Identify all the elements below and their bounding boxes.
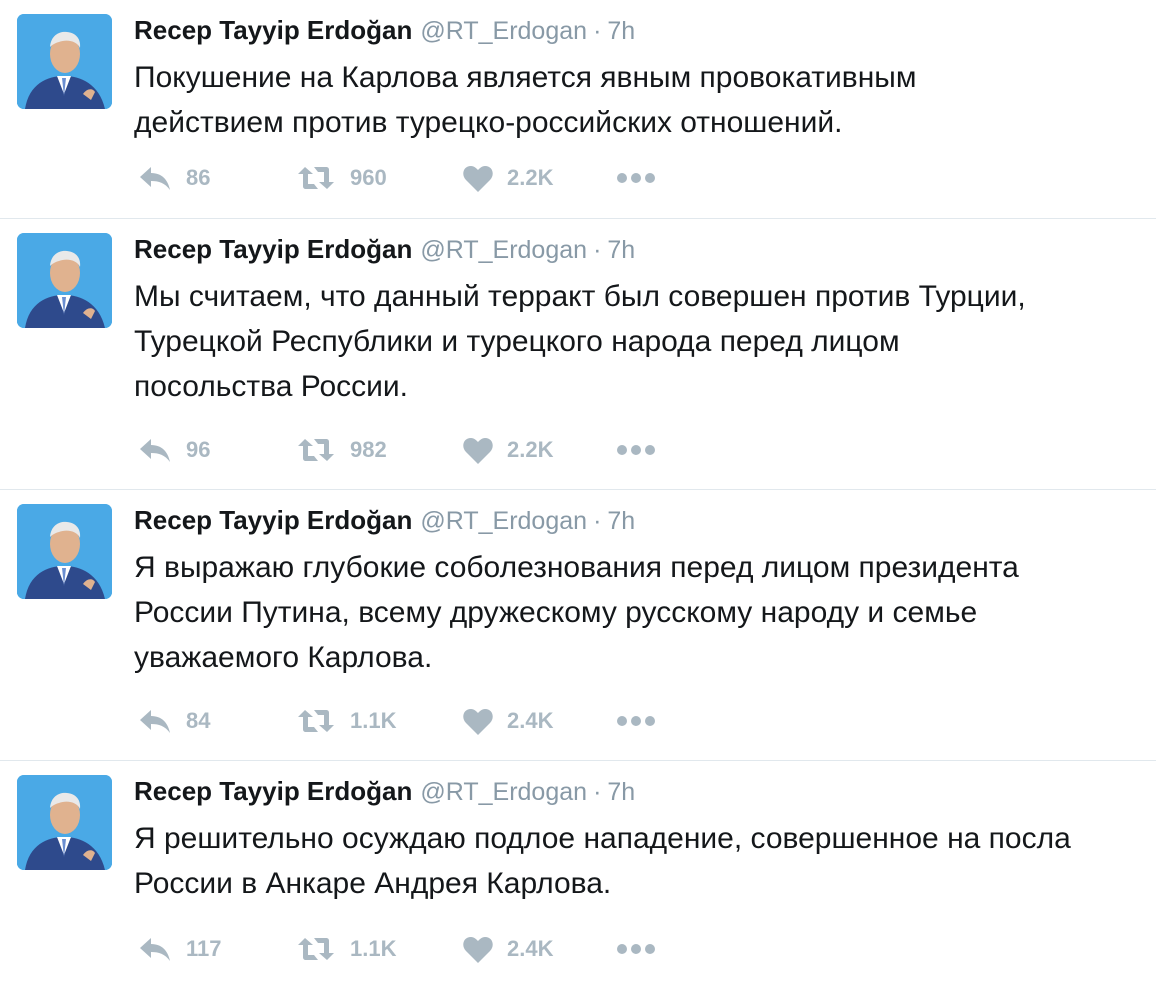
separator-dot: · [593, 236, 602, 264]
timestamp[interactable]: 7h [607, 236, 635, 264]
avatar[interactable] [17, 775, 112, 870]
more-dots-icon [617, 944, 655, 954]
retweet-button[interactable]: 982 [296, 434, 387, 466]
reply-icon [140, 167, 170, 190]
more-button[interactable] [616, 434, 656, 466]
author-handle[interactable]: @RT_Erdogan [420, 778, 587, 806]
tweet-feed: Recep Tayyip Erdoğan @RT_Erdogan · 7h Покуш… [0, 0, 1156, 984]
more-dots-icon [617, 716, 655, 726]
tweet-text: Я решительно осуждаю подлое нападение, с… [134, 816, 1144, 906]
tweet-header: Recep Tayyip Erdoğan @RT_Erdogan · 7h [134, 504, 635, 536]
more-button[interactable] [616, 705, 656, 737]
tweet-text: Покушение на Карлова является явным пров… [134, 55, 1144, 145]
heart-icon [463, 936, 493, 963]
tweet-text-line: Я выражаю глубокие соболезнования перед … [134, 551, 1019, 584]
reply-count: 86 [186, 165, 211, 190]
tweet-header: Recep Tayyip Erdoğan @RT_Erdogan · 7h [134, 14, 635, 46]
retweet-icon [298, 167, 334, 189]
author-name[interactable]: Recep Tayyip Erdoğan [134, 776, 412, 806]
reply-count: 96 [186, 437, 211, 462]
tweet-text-line: Покушение на Карлова является явным пров… [134, 61, 917, 94]
separator-dot: · [593, 778, 602, 806]
avatar[interactable] [17, 14, 112, 109]
reply-count: 117 [186, 936, 222, 961]
retweet-count: 1.1K [350, 936, 397, 961]
tweet-header: Recep Tayyip Erdoğan @RT_Erdogan · 7h [134, 775, 635, 807]
retweet-icon [298, 938, 334, 960]
separator-dot: · [593, 507, 602, 535]
avatar[interactable] [17, 504, 112, 599]
retweet-icon [298, 439, 334, 461]
like-button[interactable]: 2.2K [463, 434, 553, 466]
retweet-button[interactable]: 1.1K [296, 705, 396, 737]
like-button[interactable]: 2.4K [463, 705, 553, 737]
tweet[interactable]: Recep Tayyip Erdoğan @RT_Erdogan · 7h Я реш… [0, 761, 1156, 984]
tweet-text-line: посольства России. [134, 370, 409, 403]
like-count: 2.2K [507, 165, 554, 190]
timestamp[interactable]: 7h [607, 778, 635, 806]
like-button[interactable]: 2.4K [463, 933, 553, 965]
retweet-button[interactable]: 960 [296, 162, 387, 194]
more-dots-icon [617, 445, 655, 455]
tweet-text-line: Турецкой Республики и турецкого народа п… [134, 325, 900, 358]
tweet[interactable]: Recep Tayyip Erdoğan @RT_Erdogan · 7h Покуш… [0, 0, 1156, 218]
more-button[interactable] [616, 162, 656, 194]
author-name[interactable]: Recep Tayyip Erdoğan [134, 15, 412, 45]
retweet-count: 1.1K [350, 708, 397, 733]
retweet-button[interactable]: 1.1K [296, 933, 396, 965]
tweet-text-line: России Путина, всему дружескому русскому… [134, 596, 978, 629]
tweet-text-line: России в Анкаре Андрея Карлова. [134, 867, 612, 900]
tweet-text-line: действием против турецко-российских отно… [134, 106, 843, 139]
more-button[interactable] [616, 933, 656, 965]
reply-button[interactable]: 86 [138, 162, 210, 194]
tweet-text-line: уважаемого Карлова. [134, 641, 433, 674]
author-handle[interactable]: @RT_Erdogan [420, 507, 587, 535]
like-button[interactable]: 2.2K [463, 162, 553, 194]
avatar[interactable] [17, 233, 112, 328]
heart-icon [463, 437, 493, 464]
heart-icon [463, 165, 493, 192]
retweet-count: 960 [350, 165, 387, 190]
reply-count: 84 [186, 708, 211, 733]
more-dots-icon [617, 173, 655, 183]
tweet[interactable]: Recep Tayyip Erdoğan @RT_Erdogan · 7h Мы сч… [0, 219, 1156, 489]
reply-button[interactable]: 117 [138, 933, 222, 965]
tweet-text: Я выражаю глубокие соболезнования перед … [134, 545, 1144, 680]
tweet-text-line: Я решительно осуждаю подлое нападение, с… [134, 822, 1071, 855]
tweet-header: Recep Tayyip Erdoğan @RT_Erdogan · 7h [134, 233, 635, 265]
reply-icon [140, 710, 170, 733]
reply-button[interactable]: 96 [138, 434, 210, 466]
heart-icon [463, 708, 493, 735]
tweet-text: Мы считаем, что данный терракт был совер… [134, 274, 1144, 409]
separator-dot: · [593, 17, 602, 45]
author-name[interactable]: Recep Tayyip Erdoğan [134, 505, 412, 535]
reply-icon [140, 938, 170, 961]
timestamp[interactable]: 7h [607, 17, 635, 45]
like-count: 2.2K [507, 437, 554, 462]
author-handle[interactable]: @RT_Erdogan [420, 17, 587, 45]
like-count: 2.4K [507, 936, 554, 961]
timestamp[interactable]: 7h [607, 507, 635, 535]
tweet-text-line: Мы считаем, что данный терракт был совер… [134, 280, 1026, 313]
retweet-count: 982 [350, 437, 387, 462]
author-name[interactable]: Recep Tayyip Erdoğan [134, 234, 412, 264]
author-handle[interactable]: @RT_Erdogan [420, 236, 587, 264]
like-count: 2.4K [507, 708, 554, 733]
reply-button[interactable]: 84 [138, 705, 210, 737]
reply-icon [140, 439, 170, 462]
retweet-icon [298, 710, 334, 732]
tweet[interactable]: Recep Tayyip Erdoğan @RT_Erdogan · 7h Я выр… [0, 490, 1156, 760]
